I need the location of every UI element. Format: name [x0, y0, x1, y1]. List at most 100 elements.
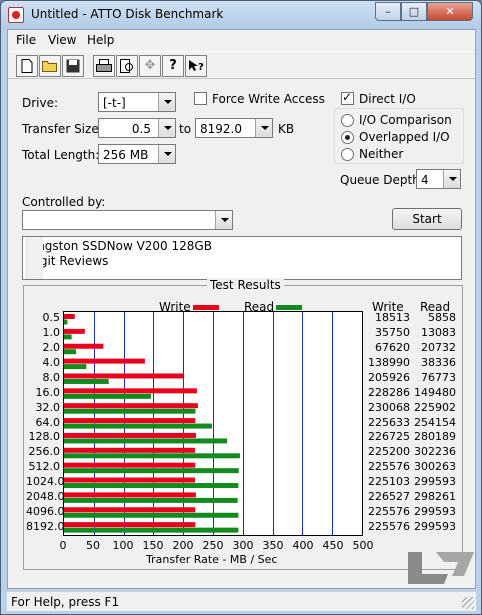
write-bar [64, 492, 196, 498]
move-icon[interactable]: ✥ [139, 55, 161, 77]
print-icon[interactable] [93, 55, 115, 77]
app-window: Untitled - ATTO Disk Benchmark – □ ✕ Fil… [0, 0, 482, 615]
direct-io-label: Direct I/O [359, 92, 416, 106]
chevron-down-icon[interactable] [215, 211, 232, 229]
chevron-down-icon[interactable] [158, 93, 175, 111]
controlled-by-label: Controlled by: [22, 195, 106, 209]
menu-help[interactable]: Help [87, 33, 114, 47]
direct-io-checkbox[interactable] [341, 90, 354, 105]
open-folder-icon[interactable] [39, 55, 61, 77]
start-button[interactable]: Start [392, 208, 462, 230]
maximize-button[interactable]: □ [401, 2, 427, 21]
print-preview-icon[interactable] [116, 55, 138, 77]
resize-grip-icon[interactable] [462, 597, 474, 609]
transfer-size-from-value: 0.5 [131, 122, 151, 136]
write-bar [64, 328, 85, 334]
read-value-label: 38336 [421, 356, 456, 370]
transfer-size-from-select[interactable]: 0.5 [98, 118, 176, 138]
read-value-label: 5858 [428, 311, 456, 325]
title-bar[interactable]: Untitled - ATTO Disk Benchmark – □ ✕ [1, 1, 481, 29]
transfer-size-tick-label: 4.0 [42, 356, 61, 370]
read-bar [64, 364, 87, 370]
new-file-icon[interactable] [16, 55, 38, 77]
transfer-size-unit: KB [278, 122, 295, 136]
neither-radio[interactable] [341, 148, 354, 161]
overlapped-io-radio[interactable] [341, 131, 354, 144]
write-bar [64, 373, 184, 379]
read-bar [64, 497, 238, 503]
write-bar [64, 477, 196, 483]
total-length-select[interactable]: 256 MB [98, 144, 176, 164]
read-value-label: 302236 [414, 445, 456, 459]
minimize-button[interactable]: – [375, 2, 401, 21]
save-disk-icon[interactable] [62, 55, 84, 77]
description-line: Kingston SSDNow V200 128GB [26, 239, 212, 253]
transfer-size-tick-label: 0.5 [42, 311, 61, 325]
menu-file[interactable]: File [16, 33, 36, 47]
transfer-size-tick-label: 2048.0 [26, 489, 65, 503]
queue-depth-select[interactable]: 4 [416, 169, 461, 189]
x-tick-label: 450 [322, 539, 344, 552]
read-bar [64, 468, 239, 474]
read-bar [64, 378, 109, 384]
menu-view[interactable]: View [48, 33, 76, 47]
transfer-size-to-select[interactable]: 8192.0 [195, 118, 273, 138]
help-icon[interactable]: ? [162, 55, 184, 77]
status-text: For Help, press F1 [11, 595, 120, 609]
legend-write-swatch [193, 305, 219, 310]
write-bar [64, 507, 196, 513]
read-bar [64, 483, 239, 489]
read-bar [64, 527, 239, 533]
description-textarea[interactable]: Kingston SSDNow V200 128GB Legit Reviews [22, 236, 462, 280]
read-value-label: 13083 [421, 326, 456, 340]
write-bar [64, 462, 196, 468]
write-bar [64, 403, 198, 409]
overlapped-io-label: Overlapped I/O [359, 130, 450, 144]
write-bar [64, 358, 145, 364]
read-bar [64, 512, 239, 518]
transfer-size-tick-label: 128.0 [28, 430, 61, 444]
transfer-size-tick-label: 2.0 [42, 341, 61, 355]
queue-depth-label: Queue Depth: [340, 173, 424, 187]
transfer-size-tick-label: 1.0 [42, 326, 61, 340]
write-bar [64, 343, 104, 349]
io-comparison-radio[interactable] [341, 114, 354, 127]
read-bar [64, 453, 240, 459]
x-tick-label: 300 [232, 539, 254, 552]
read-value-label: 20732 [421, 341, 456, 355]
chevron-down-icon[interactable] [158, 145, 175, 163]
chevron-down-icon[interactable] [255, 119, 272, 137]
chevron-down-icon[interactable] [158, 119, 175, 137]
x-tick-label: 200 [172, 539, 194, 552]
read-value-label: 225902 [414, 400, 456, 414]
neither-label: Neither [359, 147, 404, 161]
test-results-group: Test Results Write Read Write Read 0.5 1.… [23, 278, 463, 570]
drive-select[interactable]: [-t-] [98, 92, 176, 112]
read-value-label: 300263 [414, 460, 456, 474]
force-write-label: Force Write Access [212, 92, 325, 106]
close-button[interactable]: ✕ [427, 2, 473, 21]
legit-reviews-logo [408, 552, 474, 584]
read-bar [64, 319, 68, 325]
client-area: File View Help ✥ ? ? Drive: [-t-] Force … [7, 29, 476, 589]
context-help-icon[interactable]: ? [185, 55, 207, 77]
x-axis-label: Transfer Rate - MB / Sec [146, 553, 278, 566]
read-value-label: 299593 [414, 504, 456, 518]
write-bar [64, 388, 197, 394]
read-value-label: 298261 [414, 489, 456, 503]
read-bar [64, 408, 196, 414]
x-tick-label: 500 [352, 539, 374, 552]
description-scrollbar[interactable] [26, 237, 43, 279]
x-tick-label: 0 [59, 539, 67, 552]
drive-label: Drive: [22, 96, 59, 110]
chevron-down-icon[interactable] [443, 170, 460, 188]
x-tick-label: 250 [202, 539, 224, 552]
read-value-label: 149480 [414, 385, 456, 399]
controlled-by-select[interactable] [22, 210, 233, 230]
x-tick-label: 50 [86, 539, 100, 552]
transfer-size-to-value: 8192.0 [200, 122, 242, 136]
write-bar [64, 418, 196, 424]
total-length-value: 256 MB [103, 148, 149, 162]
force-write-checkbox[interactable] [194, 92, 207, 105]
transfer-size-tick-label: 8.0 [42, 370, 61, 384]
